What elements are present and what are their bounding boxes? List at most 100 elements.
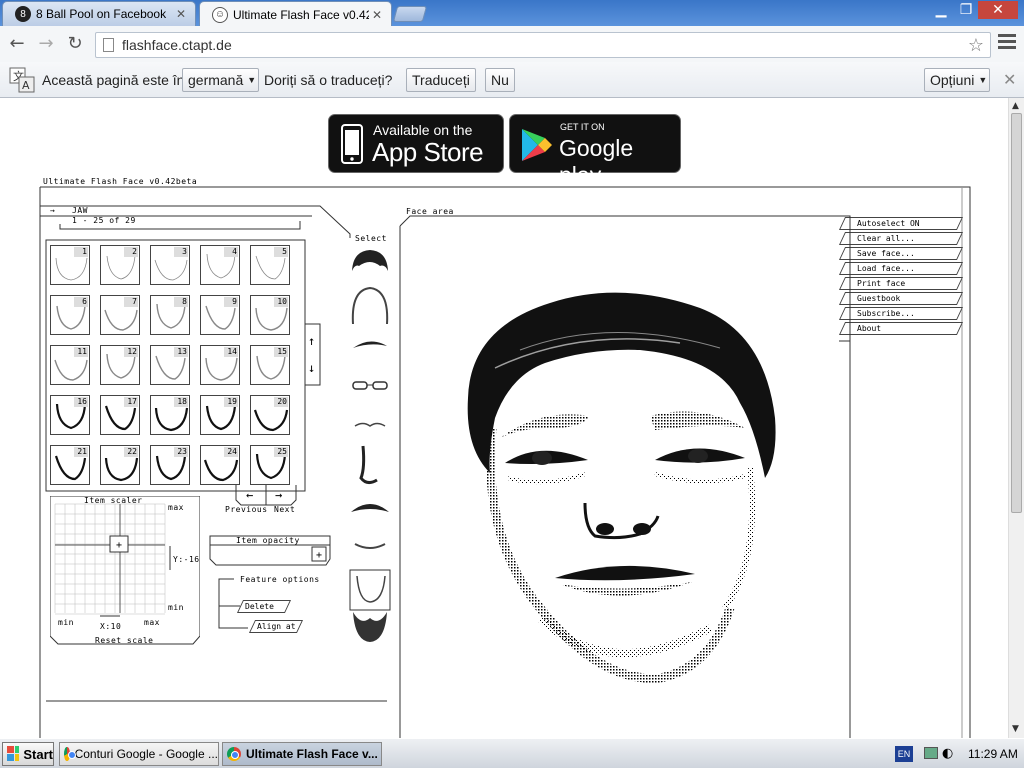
- jaw-thumbnail[interactable]: 23: [150, 445, 190, 485]
- close-tab-icon[interactable]: ✕: [173, 7, 189, 21]
- thumbnail-number: 25: [274, 447, 288, 457]
- close-tab-icon[interactable]: ✕: [369, 8, 385, 22]
- jaw-thumbnail[interactable]: 20: [250, 395, 290, 435]
- thumbnail-number: 12: [124, 347, 138, 357]
- translate-bar: 文 A Această pagină este în germană ▼ Dor…: [0, 62, 1024, 98]
- forward-arrow-icon[interactable]: →: [35, 32, 57, 54]
- face-area-label: Face area: [406, 207, 454, 216]
- thumbnail-number: 21: [74, 447, 88, 457]
- chrome-icon: [64, 747, 76, 761]
- taskbar-task-flash-face[interactable]: Ultimate Flash Face v...: [222, 742, 382, 766]
- mustache-feature-icon: [351, 504, 389, 512]
- clock[interactable]: 11:29 AM: [968, 747, 1018, 761]
- scaler-max-right: max: [144, 618, 160, 627]
- thumbnail-number: 2: [124, 247, 138, 257]
- tab-title: 8 Ball Pool on Facebook: [36, 7, 167, 21]
- network-icon[interactable]: [924, 747, 938, 759]
- jaw-thumbnail[interactable]: 21: [50, 445, 90, 485]
- jaw-thumbnail[interactable]: 2: [100, 245, 140, 285]
- thumbnail-number: 4: [224, 247, 238, 257]
- jaw-thumbnail[interactable]: 17: [100, 395, 140, 435]
- minimize-icon[interactable]: ▁: [928, 1, 954, 19]
- align-at-button[interactable]: Align at: [248, 620, 304, 633]
- feature-selector[interactable]: [345, 246, 395, 646]
- next-arrow-icon[interactable]: →: [275, 488, 283, 502]
- previous-button[interactable]: Previous: [225, 505, 268, 514]
- close-translate-icon[interactable]: ✕: [1003, 70, 1016, 90]
- scaler-max-top: max: [168, 503, 184, 512]
- page-scrollbar[interactable]: ▲ ▼: [1008, 98, 1024, 738]
- nose-feature-icon: [359, 445, 378, 485]
- start-button[interactable]: Start: [2, 742, 54, 766]
- jaw-thumbnail[interactable]: 3: [150, 245, 190, 285]
- jaw-thumbnail[interactable]: 5: [250, 245, 290, 285]
- thumbnail-number: 19: [224, 397, 238, 407]
- jaw-thumbnail[interactable]: 15: [250, 345, 290, 385]
- jaw-thumbnail[interactable]: 7: [100, 295, 140, 335]
- face-canvas[interactable]: [460, 288, 790, 683]
- thumbnail-number: 11: [74, 347, 88, 357]
- address-bar[interactable]: flashface.ctapt.de ☆: [95, 32, 991, 58]
- next-button[interactable]: Next: [274, 505, 295, 514]
- beard-feature-icon: [353, 612, 387, 642]
- jaw-thumbnail[interactable]: 25: [250, 445, 290, 485]
- previous-arrow-icon[interactable]: ←: [246, 488, 254, 502]
- scroll-up-arrow-icon[interactable]: ▲: [1012, 101, 1019, 111]
- item-range: 1 - 25 of 29: [72, 216, 136, 225]
- jaw-thumbnail[interactable]: 9: [200, 295, 240, 335]
- bookmark-star-icon[interactable]: ☆: [968, 35, 984, 56]
- restore-icon[interactable]: ❐: [953, 1, 979, 19]
- jaw-thumbnail[interactable]: 1: [50, 245, 90, 285]
- language-select[interactable]: germană ▼: [182, 68, 259, 92]
- chevron-down-icon: ▼: [978, 75, 988, 85]
- scroll-down-icon[interactable]: ↓: [308, 361, 316, 375]
- face-favicon-icon: ☺: [212, 6, 228, 23]
- back-arrow-icon[interactable]: ←: [6, 32, 28, 54]
- no-button[interactable]: Nu: [485, 68, 515, 92]
- reset-scale-button[interactable]: Reset scale: [95, 636, 153, 645]
- scroll-up-icon[interactable]: ↑: [308, 334, 316, 348]
- new-tab-button[interactable]: [392, 6, 428, 22]
- language-indicator[interactable]: EN: [895, 746, 913, 762]
- thumbnail-number: 14: [224, 347, 238, 357]
- tab-flash-face[interactable]: ☺ Ultimate Flash Face v0.42b ✕: [199, 1, 392, 27]
- jaw-thumbnail[interactable]: 4: [200, 245, 240, 285]
- jaw-thumbnail[interactable]: 14: [200, 345, 240, 385]
- thumbnail-number: 22: [124, 447, 138, 457]
- options-dropdown[interactable]: Opțiuni ▼: [924, 68, 990, 92]
- delete-button[interactable]: Delete: [236, 600, 292, 613]
- thumbnail-number: 10: [274, 297, 288, 307]
- task-title: Conturi Google - Google ...: [74, 747, 218, 761]
- hair-feature-icon: [352, 250, 388, 271]
- menu-frame: [839, 217, 851, 342]
- system-tray: ◐: [920, 745, 968, 763]
- jaw-thumbnail[interactable]: 22: [100, 445, 140, 485]
- start-label: Start: [23, 746, 53, 762]
- translate-button[interactable]: Traduceți: [406, 68, 476, 92]
- category-name[interactable]: JAW: [72, 206, 88, 215]
- jaw-thumbnail[interactable]: 19: [200, 395, 240, 435]
- windows-logo-icon: [7, 746, 20, 761]
- jaw-thumbnail[interactable]: 8: [150, 295, 190, 335]
- svg-text:+: +: [116, 540, 122, 551]
- thumbnail-number: 13: [174, 347, 188, 357]
- scroll-down-arrow-icon[interactable]: ▼: [1012, 724, 1019, 734]
- reload-icon[interactable]: ↻: [64, 32, 86, 54]
- jaw-thumbnail[interactable]: 18: [150, 395, 190, 435]
- jaw-thumbnail[interactable]: 16: [50, 395, 90, 435]
- scrollbar-thumb[interactable]: [1011, 113, 1022, 513]
- jaw-thumbnail[interactable]: 10: [250, 295, 290, 335]
- jaw-thumbnail[interactable]: 12: [100, 345, 140, 385]
- taskbar-task-google[interactable]: Conturi Google - Google ...: [59, 742, 219, 766]
- jaw-thumbnail[interactable]: 13: [150, 345, 190, 385]
- volume-icon[interactable]: ◐: [942, 746, 953, 761]
- jaw-thumbnail[interactable]: 24: [200, 445, 240, 485]
- tab-8-ball-pool[interactable]: 8 8 Ball Pool on Facebook ✕: [2, 1, 196, 26]
- jaw-thumbnail[interactable]: 6: [50, 295, 90, 335]
- chrome-menu-icon[interactable]: [998, 34, 1016, 52]
- window-close-icon[interactable]: ✕: [978, 1, 1018, 19]
- translate-prefix-text: Această pagină este în: [42, 72, 185, 88]
- chevron-down-icon: ▼: [247, 75, 257, 85]
- jaw-thumbnail[interactable]: 11: [50, 345, 90, 385]
- browser-toolbar: ← → ↻ flashface.ctapt.de ☆: [0, 26, 1024, 62]
